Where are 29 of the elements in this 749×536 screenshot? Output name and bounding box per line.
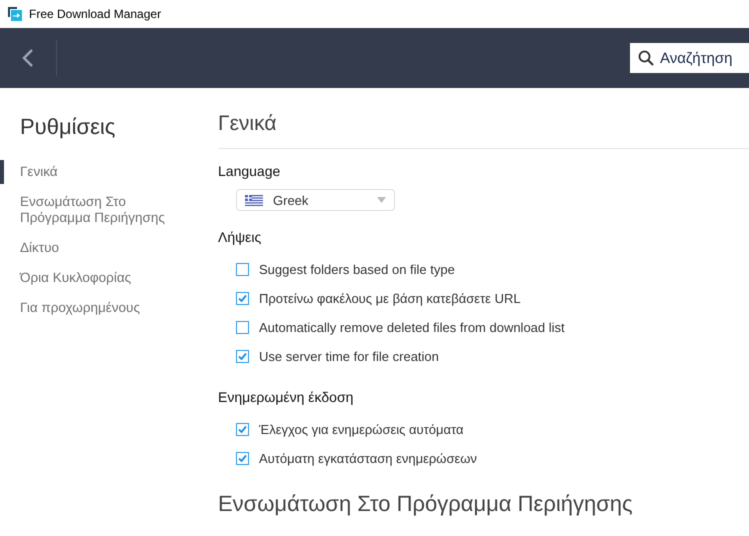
sidebar-item[interactable]: Γενικά	[0, 160, 200, 184]
sidebar-item[interactable]: Δίκτυο	[0, 236, 200, 260]
sidebar-title: Ρυθμίσεις	[19, 114, 116, 140]
sidebar-item[interactable]: Ενσωμάτωση Στο Πρόγραμμα Περιήγησης	[0, 190, 200, 230]
option-label: Έλεγχος για ενημερώσεις αυτόματα	[259, 422, 464, 437]
checkbox[interactable]	[236, 321, 249, 334]
checkbox[interactable]	[236, 423, 249, 436]
option-label: Suggest folders based on file type	[259, 262, 455, 277]
checkbox[interactable]	[236, 292, 249, 305]
language-label: Language	[218, 163, 282, 179]
option-label: Αυτόματη εγκατάσταση ενημερώσεων	[259, 451, 477, 466]
sidebar-item[interactable]: Για προχωρημένους	[0, 296, 200, 320]
search-field[interactable]: Αναζήτηση	[630, 43, 749, 73]
dropdown-arrow-icon	[377, 197, 386, 203]
group-title: Ενημερωμένη έκδοση	[218, 389, 354, 405]
option-label: Use server time for file creation	[259, 349, 439, 364]
language-dropdown[interactable]: Greek	[236, 189, 395, 211]
checkbox[interactable]	[236, 350, 249, 363]
section-heading: Γενικά	[218, 112, 278, 136]
group-title: Λήψεις	[218, 229, 262, 245]
option-label: Προτείνω φακέλους με βάση κατεβάσετε URL	[259, 291, 521, 306]
option-label: Automatically remove deleted files from download list	[259, 320, 565, 335]
checkbox[interactable]	[236, 263, 249, 276]
flag-icon	[245, 194, 263, 206]
sidebar-item[interactable]: Όρια Κυκλοφορίας	[0, 266, 200, 290]
window-title: Free Download Manager	[29, 7, 162, 21]
app-logo-icon	[7, 6, 23, 22]
checkbox[interactable]	[236, 452, 249, 465]
section-heading: Ενσωμάτωση Στο Πρόγραμμα Περιήγησης	[218, 491, 634, 517]
